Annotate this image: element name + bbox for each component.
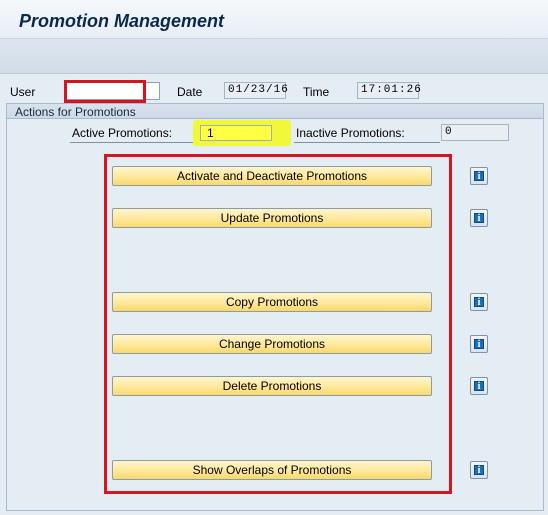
page-title: Promotion Management xyxy=(19,11,225,31)
info-icon[interactable]: i xyxy=(470,461,488,479)
application-toolbar xyxy=(0,39,548,74)
inactive-promotions-label: Inactive Promotions: xyxy=(296,126,405,140)
user-label: User xyxy=(10,85,36,99)
info-icon[interactable]: i xyxy=(470,293,488,311)
time-label: Time xyxy=(303,85,330,99)
active-promotions-label: Active Promotions: xyxy=(72,126,173,140)
info-icon[interactable]: i xyxy=(470,377,488,395)
title-bar: Promotion Management xyxy=(0,0,548,39)
actions-group-title: Actions for Promotions xyxy=(15,105,136,119)
inactive-promotions-field: 0 xyxy=(441,124,509,141)
date-field: 01/23/16 xyxy=(224,82,288,99)
user-highlight-frame xyxy=(64,80,146,103)
inactive-label-underline xyxy=(294,142,440,143)
actions-group-header: Actions for Promotions xyxy=(6,103,544,119)
buttons-highlight-frame xyxy=(104,154,452,494)
time-field: 17:01:26 xyxy=(357,82,421,99)
info-icon[interactable]: i xyxy=(470,209,488,227)
info-icon[interactable]: i xyxy=(470,335,488,353)
active-label-underline xyxy=(70,142,195,143)
active-promotions-field: 1 xyxy=(200,125,272,141)
info-icon[interactable]: i xyxy=(470,167,488,185)
date-label: Date xyxy=(177,85,203,99)
